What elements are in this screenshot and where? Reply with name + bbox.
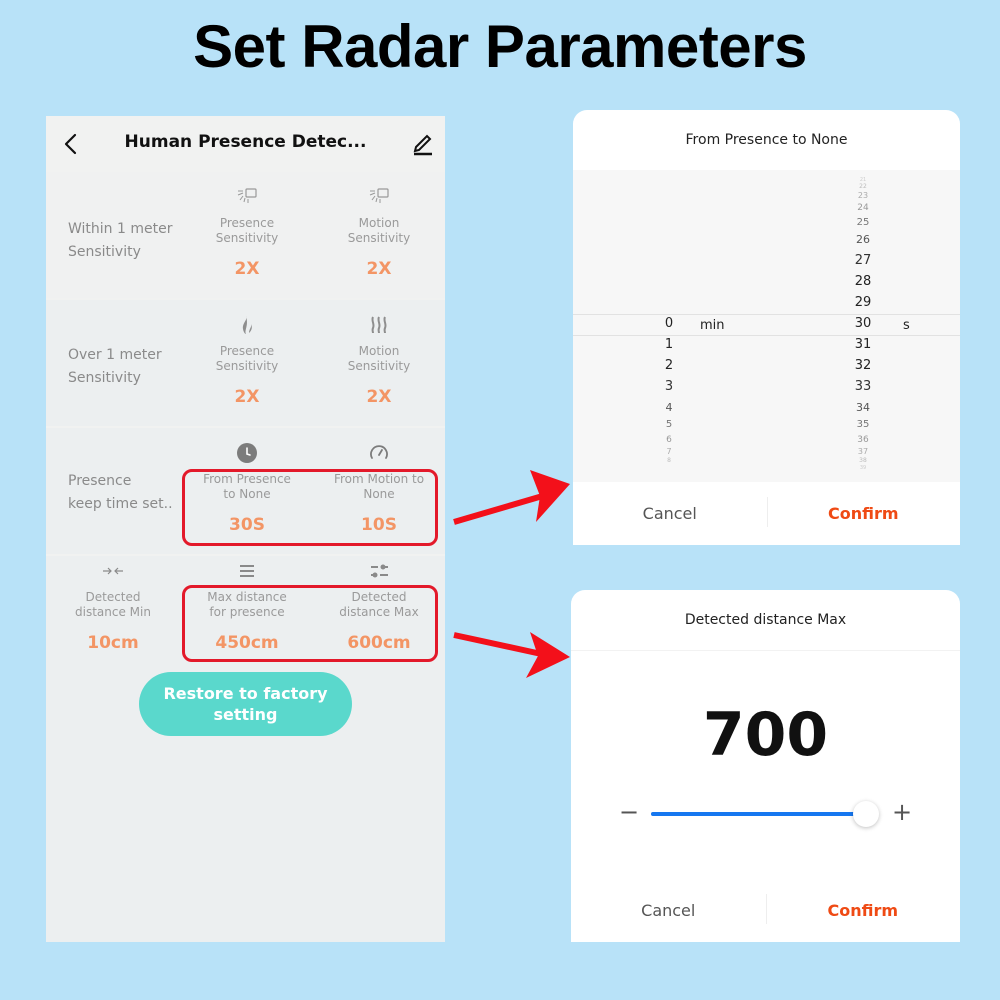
seconds-option[interactable]: 34 bbox=[843, 401, 883, 414]
seconds-option[interactable]: 33 bbox=[843, 379, 883, 394]
app-header: Human Presence Detec... bbox=[46, 116, 445, 172]
minutes-selected[interactable]: 0 bbox=[649, 316, 689, 331]
title-divider bbox=[571, 650, 960, 651]
sliders-icon bbox=[371, 564, 388, 578]
seconds-option[interactable]: 35 bbox=[843, 419, 883, 430]
arrow-to-distance-dialog bbox=[453, 632, 570, 678]
highlight-box-keep-time bbox=[182, 469, 438, 546]
confirm-button[interactable]: Confirm bbox=[766, 880, 961, 942]
minutes-option[interactable]: 6 bbox=[649, 435, 689, 445]
seconds-option[interactable]: 31 bbox=[843, 337, 883, 352]
seconds-option[interactable]: 21 bbox=[843, 177, 883, 183]
increase-button[interactable]: + bbox=[892, 798, 912, 826]
section-label: Within 1 meter Sensitivity bbox=[68, 221, 173, 260]
slider-fill bbox=[651, 812, 866, 816]
minutes-unit: min bbox=[700, 318, 725, 333]
detected-distance-min[interactable]: Detected distance Min 10cm bbox=[43, 560, 183, 653]
seconds-option[interactable]: 24 bbox=[843, 203, 883, 213]
confirm-button[interactable]: Confirm bbox=[767, 483, 961, 545]
minutes-option[interactable]: 7 bbox=[649, 447, 689, 456]
section-label: Presence keep time set.. bbox=[68, 473, 173, 512]
seconds-option[interactable]: 38 bbox=[843, 457, 883, 464]
heat-waves-icon bbox=[371, 316, 387, 334]
seconds-option[interactable]: 36 bbox=[843, 435, 883, 445]
dialog-title: Detected distance Max bbox=[684, 612, 847, 628]
radar-lamp-icon bbox=[237, 188, 257, 203]
seconds-option[interactable]: 39 bbox=[843, 465, 883, 471]
selection-band bbox=[573, 314, 960, 336]
seconds-option[interactable]: 37 bbox=[843, 447, 883, 456]
seconds-option[interactable]: 27 bbox=[843, 253, 883, 268]
dialog-footer: Cancel Confirm bbox=[573, 483, 960, 545]
restore-factory-button[interactable]: Restore to factory setting bbox=[139, 672, 352, 736]
cell-value: 2X bbox=[234, 259, 260, 279]
minutes-option[interactable]: 4 bbox=[649, 401, 689, 414]
seconds-option[interactable]: 28 bbox=[843, 274, 883, 289]
edit-button[interactable] bbox=[410, 130, 436, 156]
motion-sensitivity-near[interactable]: Motion Sensitivity 2X bbox=[309, 186, 449, 279]
cancel-button[interactable]: Cancel bbox=[573, 483, 767, 545]
cell-label: Presence Sensitivity bbox=[215, 344, 279, 373]
slider-thumb[interactable] bbox=[853, 801, 879, 827]
minutes-option[interactable]: 3 bbox=[649, 379, 689, 394]
seconds-option[interactable]: 25 bbox=[843, 217, 883, 228]
dialog-title: From Presence to None bbox=[685, 132, 848, 148]
time-picker-dialog: From Presence to None min s 0 1 2 3 4 5 6 7 8 30 3… bbox=[573, 110, 960, 545]
cell-value: 10cm bbox=[87, 633, 139, 653]
presence-sensitivity-far[interactable]: Presence Sensitivity 2X bbox=[177, 314, 317, 407]
cell-value: 2X bbox=[366, 259, 392, 279]
minutes-option[interactable]: 5 bbox=[649, 419, 689, 430]
clock-icon bbox=[237, 443, 257, 463]
highlight-box-distance bbox=[182, 585, 438, 662]
distance-slider[interactable] bbox=[651, 801, 879, 827]
device-title: Human Presence Detec... bbox=[124, 132, 367, 152]
seconds-selected[interactable]: 30 bbox=[843, 316, 883, 331]
gauge-icon bbox=[370, 445, 388, 459]
seconds-option[interactable]: 29 bbox=[843, 295, 883, 310]
decrease-button[interactable]: − bbox=[619, 798, 639, 826]
presence-sensitivity-near[interactable]: Presence Sensitivity 2X bbox=[177, 186, 317, 279]
pencil-icon bbox=[413, 134, 432, 156]
dialog-footer: Cancel Confirm bbox=[571, 880, 960, 942]
cell-label: Presence Sensitivity bbox=[215, 216, 279, 245]
cell-label: Motion Sensitivity bbox=[347, 344, 411, 373]
cell-label: Detected distance Min bbox=[75, 590, 151, 619]
section-within-1m: Within 1 meter Sensitivity Presence Sens… bbox=[46, 172, 445, 298]
cell-value: 2X bbox=[366, 387, 392, 407]
device-settings-screen: Human Presence Detec... Within 1 meter S… bbox=[46, 116, 445, 942]
section-over-1m: Over 1 meter Sensitivity Presence Sensit… bbox=[46, 300, 445, 426]
distance-dialog: Detected distance Max 700 − + Cancel Con… bbox=[571, 590, 960, 942]
cell-value: 2X bbox=[234, 387, 260, 407]
arrow-to-time-dialog bbox=[453, 470, 570, 525]
seconds-option[interactable]: 22 bbox=[843, 183, 883, 190]
motion-sensitivity-far[interactable]: Motion Sensitivity 2X bbox=[309, 314, 449, 407]
seconds-option[interactable]: 26 bbox=[843, 233, 883, 246]
distance-value: 700 bbox=[702, 700, 829, 770]
minutes-option[interactable]: 2 bbox=[649, 358, 689, 373]
menu-lines-icon bbox=[240, 565, 254, 577]
minutes-option[interactable]: 8 bbox=[649, 457, 689, 464]
cancel-button[interactable]: Cancel bbox=[571, 880, 766, 942]
seconds-option[interactable]: 23 bbox=[843, 191, 883, 200]
time-wheel-picker[interactable]: min s 0 1 2 3 4 5 6 7 8 30 31 32 33 34 35 36 37 38 39 29 28 2… bbox=[573, 170, 960, 482]
flame-icon bbox=[242, 316, 252, 334]
banner-title: Set Radar Parameters bbox=[193, 13, 807, 80]
radar-lamp-icon bbox=[369, 188, 389, 203]
seconds-option[interactable]: 32 bbox=[843, 358, 883, 373]
seconds-unit: s bbox=[903, 318, 910, 333]
section-label: Over 1 meter Sensitivity bbox=[68, 347, 162, 386]
cell-label: Motion Sensitivity bbox=[347, 216, 411, 245]
arrows-inward-icon bbox=[103, 567, 123, 575]
minutes-option[interactable]: 1 bbox=[649, 337, 689, 352]
